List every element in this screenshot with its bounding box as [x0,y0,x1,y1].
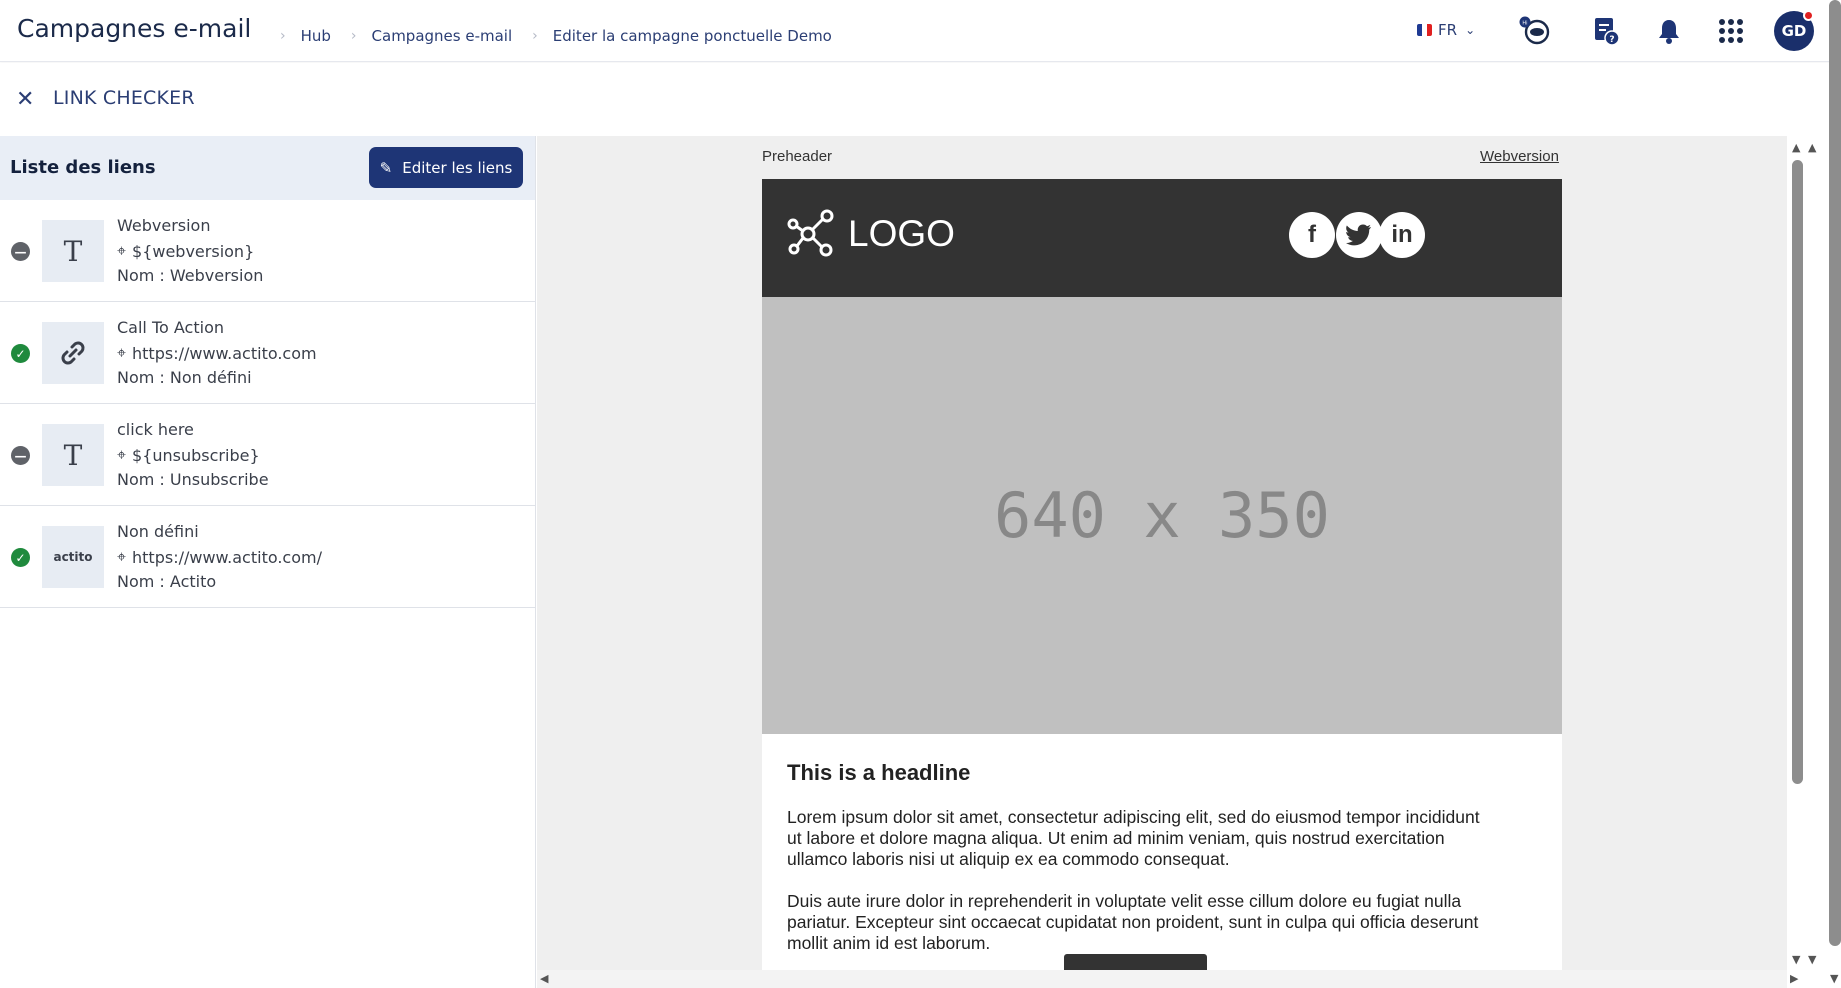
scroll-down-icon[interactable]: ▼ [1792,953,1800,966]
neutral-status-icon: — [11,242,30,261]
apps-grid-icon[interactable] [1714,14,1748,48]
link-nom: Nom : Unsubscribe [117,470,269,489]
links-panel-title: Liste des liens [10,157,156,178]
scroll-left-icon[interactable]: ◀ [540,972,548,985]
bell-icon[interactable] [1652,14,1686,48]
list-item[interactable]: ✓ actito Non défini ⌖ https://www.actito… [0,506,535,608]
link-type-icon [42,322,104,384]
email-headline: This is a headline [787,760,971,785]
crosshair-icon: ⌖ [117,547,127,566]
facebook-icon[interactable]: f [1289,212,1335,258]
link-url-text: https://www.actito.com/ [132,547,322,567]
breadcrumb-separator: › [280,28,286,44]
twitter-icon[interactable] [1336,212,1382,258]
preheader-text: Preheader [762,148,833,165]
close-icon[interactable]: ✕ [16,87,34,112]
svg-text:Hi: Hi [1522,21,1527,27]
breadcrumb-campagnes[interactable]: Campagnes e-mail [372,27,513,45]
link-name: click here [117,420,194,439]
linkedin-icon[interactable]: in [1379,212,1425,258]
crosshair-icon: ⌖ [117,241,127,260]
scroll-up-icon[interactable]: ▲ [1792,141,1800,154]
link-url: ⌖ https://www.actito.com/ [117,547,322,567]
list-item[interactable]: — T click here ⌖ ${unsubscribe} Nom : Un… [0,404,535,506]
page-title: LINK CHECKER [53,87,195,109]
scroll-right-icon[interactable]: ▶ [1790,972,1798,985]
check-status-icon: ✓ [11,548,30,567]
list-item[interactable]: ✓ Call To Action ⌖ https://www.actito.co… [0,302,535,404]
webversion-link[interactable]: Webversion [1480,148,1559,165]
link-name: Non défini [117,522,199,541]
page-scrollbar-thumb[interactable] [1829,0,1841,946]
check-status-icon: ✓ [11,344,30,363]
logo-text: LOGO [848,213,955,254]
language-selector[interactable]: FR ⌄ [1417,21,1475,39]
email-logo[interactable]: LOGO [786,209,955,259]
breadcrumb: › Hub › Campagnes e-mail › Editer la cam… [280,27,852,45]
email-body: This is a headline Lorem ipsum dolor sit… [762,734,1562,970]
breadcrumb-separator: › [532,28,538,44]
scroll-up-icon[interactable]: ▲ [1808,141,1816,154]
link-url-text: ${unsubscribe} [132,445,260,465]
network-logo-icon [787,209,834,257]
email-paragraph: Duis aute irure dolor in reprehenderit i… [787,891,1479,953]
app-title: Campagnes e-mail [17,14,252,43]
handshake-icon[interactable]: Hi [1517,14,1551,48]
help-document-icon[interactable]: ? [1589,14,1623,48]
scroll-down-icon[interactable]: ▼ [1808,953,1816,966]
text-type-icon: T [42,424,104,486]
link-url: ⌖ https://www.actito.com [117,343,317,363]
link-url-text: https://www.actito.com [132,343,317,363]
link-checker-bar: ✕ [0,63,1841,136]
scroll-down-icon[interactable]: ▼ [1830,972,1838,985]
actito-logo-thumbnail: actito [42,526,104,588]
chevron-down-icon: ⌄ [1465,23,1476,37]
links-panel-header: Liste des liens ✎ Editer les liens [0,136,535,200]
breadcrumb-separator: › [350,28,357,44]
link-name: Call To Action [117,318,224,337]
list-item[interactable]: — T Webversion ⌖ ${webversion} Nom : Web… [0,200,535,302]
crosshair-icon: ⌖ [117,343,127,362]
email-preview: Preheader Webversion LOGO f in 640 x 350 [537,136,1787,970]
preview-horizontal-scrollbar[interactable] [537,970,1787,988]
link-nom: Nom : Actito [117,572,217,591]
email-header: LOGO f in [762,179,1562,297]
pencil-icon: ✎ [379,158,393,177]
svg-text:?: ? [1609,35,1614,45]
link-url: ⌖ ${webversion} [117,241,254,261]
france-flag-icon [1417,24,1432,36]
language-label: FR [1438,21,1458,39]
link-url: ⌖ ${unsubscribe} [117,445,260,465]
edit-links-button[interactable]: ✎ Editer les liens [369,147,523,188]
text-type-icon: T [42,220,104,282]
breadcrumb-hub[interactable]: Hub [301,27,331,45]
neutral-status-icon: — [11,446,30,465]
link-nom: Nom : Non défini [117,368,252,387]
call-to-action-button[interactable] [1064,954,1207,970]
notification-dot [1803,10,1814,21]
top-header: Campagnes e-mail › Hub › Campagnes e-mai… [0,0,1841,62]
link-name: Webversion [117,216,211,235]
crosshair-icon: ⌖ [117,445,127,464]
email-paragraph: Lorem ipsum dolor sit amet, consectetur … [787,807,1480,869]
breadcrumb-current: Editer la campagne ponctuelle Demo [552,27,832,45]
actito-logo-text: actito [53,550,93,564]
link-url-text: ${webversion} [132,241,255,261]
links-panel: Liste des liens ✎ Editer les liens — T W… [0,136,536,988]
preview-scrollbar-thumb[interactable] [1792,160,1803,784]
edit-links-label: Editer les liens [402,158,513,177]
link-nom: Nom : Webversion [117,266,264,285]
hero-image-placeholder: 640 x 350 [762,297,1562,734]
